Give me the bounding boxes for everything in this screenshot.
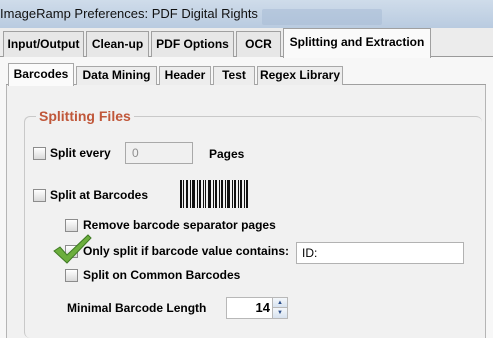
tab-header[interactable]: Header (159, 66, 211, 85)
tab-clean-up[interactable]: Clean-up (86, 31, 149, 57)
tab-ocr[interactable]: OCR (236, 31, 281, 57)
tab-input-output[interactable]: Input/Output (3, 31, 84, 57)
window-title: ImageRamp Preferences: PDF Digital Right… (0, 6, 258, 21)
common-barcodes-label: Split on Common Barcodes (83, 268, 241, 282)
remove-separator-checkbox[interactable] (65, 219, 78, 232)
min-length-label: Minimal Barcode Length (67, 301, 207, 315)
title-bar: ImageRamp Preferences: PDF Digital Right… (0, 0, 493, 28)
tab-data-mining[interactable]: Data Mining (76, 66, 157, 85)
only-split-if-label: Only split if barcode value contains: (83, 244, 290, 258)
pages-label: Pages (209, 147, 245, 161)
common-barcodes-checkbox[interactable] (65, 269, 78, 282)
split-every-pages-field[interactable]: 0 (125, 142, 193, 164)
split-every-label: Split every (50, 146, 111, 160)
split-every-checkbox[interactable] (33, 147, 46, 160)
barcode-icon (180, 180, 248, 208)
stepper-buttons: ▲ ▼ (272, 298, 287, 318)
sub-tab-strip: Barcodes Data Mining Header Test Regex L… (6, 63, 486, 86)
remove-separator-label: Remove barcode separator pages (83, 218, 276, 232)
main-tab-strip: Input/Output Clean-up PDF Options OCR Sp… (0, 28, 493, 58)
barcode-contains-input[interactable]: ID: (296, 242, 464, 264)
background-window-ghost (262, 9, 382, 25)
tab-splitting-and-extraction[interactable]: Splitting and Extraction (283, 28, 431, 58)
tab-regex-library[interactable]: Regex Library (257, 66, 343, 85)
group-title: Splitting Files (36, 108, 134, 124)
split-at-barcodes-checkbox[interactable] (33, 189, 46, 202)
tab-pdf-options[interactable]: PDF Options (151, 31, 234, 57)
split-at-barcodes-label: Split at Barcodes (50, 188, 149, 202)
tab-barcodes[interactable]: Barcodes (8, 63, 74, 86)
tab-test[interactable]: Test (213, 66, 255, 85)
min-length-stepper[interactable]: 14 ▲ ▼ (226, 297, 288, 319)
stepper-down-icon[interactable]: ▼ (273, 308, 287, 318)
min-length-value[interactable]: 14 (256, 300, 270, 315)
stepper-up-icon[interactable]: ▲ (273, 298, 287, 308)
